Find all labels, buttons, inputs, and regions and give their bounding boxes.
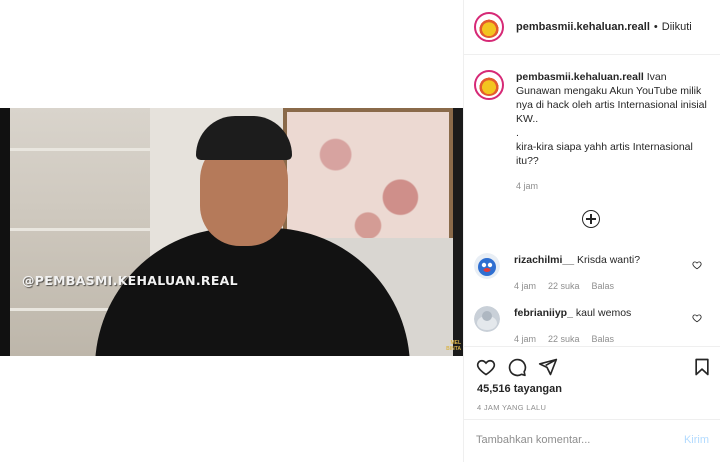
send-icon[interactable] — [538, 357, 558, 377]
comment-item: rizachilmi__ Krisda wanti? 4 jam 22 suka… — [474, 253, 714, 291]
video-scene-shelf-line — [10, 148, 150, 151]
caption-text-block: pembasmii.kehaluan.reall Ivan Gunawan me… — [516, 70, 714, 168]
comment-time[interactable]: 4 jam — [514, 334, 536, 344]
comment-likes[interactable]: 22 suka — [548, 334, 580, 344]
post-comment-button[interactable]: Kirim — [684, 434, 709, 446]
comment-icon[interactable] — [507, 357, 527, 377]
caption-author-avatar[interactable] — [474, 70, 504, 100]
post-header: pembasmii.kehaluan.reall • Diikuti — [464, 0, 720, 55]
comment-time[interactable]: 4 jam — [514, 281, 536, 291]
commenter-avatar-image — [474, 253, 500, 279]
video-scene-shelf-line — [10, 228, 150, 231]
commenter-avatar[interactable] — [474, 306, 500, 332]
post-sidebar: pembasmii.kehaluan.reall • Diikuti pemba… — [463, 0, 720, 462]
bookmark-icon[interactable] — [692, 357, 712, 377]
view-count[interactable]: 45,516 tayangan — [477, 383, 562, 395]
video-watermark: @PEMBASMI.KEHALUAN.REAL — [22, 273, 238, 288]
comment-username[interactable]: febrianiiyp_ — [514, 307, 573, 319]
action-bar — [464, 346, 720, 386]
comment-meta: 4 jam 22 suka Balas — [514, 281, 640, 291]
caption-time[interactable]: 4 jam — [516, 181, 538, 191]
author-avatar-image — [478, 16, 500, 38]
comment-text: Krisda wanti? — [577, 254, 641, 266]
video-corner-mark-line-2: BINTA — [446, 346, 461, 352]
caption-username[interactable]: pembasmii.kehaluan.reall — [516, 71, 644, 83]
commenter-avatar-image — [474, 306, 500, 332]
header-separator: • — [653, 21, 658, 33]
post-timestamp[interactable]: 4 JAM YANG LALU — [477, 403, 546, 412]
comment-text: kaul wemos — [575, 307, 632, 319]
comment-item: febrianiiyp_ kaul wemos 4 jam 22 suka Ba… — [474, 306, 714, 344]
post-caption: pembasmii.kehaluan.reall Ivan Gunawan me… — [474, 70, 714, 168]
caption-author-avatar-image — [478, 74, 500, 96]
follow-status-button[interactable]: Diikuti — [662, 21, 692, 33]
video-player[interactable]: @PEMBASMI.KEHALUAN.REAL MEL BINTA — [0, 108, 463, 356]
plus-circle-icon[interactable] — [582, 210, 600, 228]
comment-line: febrianiiyp_ kaul wemos — [514, 306, 631, 320]
heart-icon[interactable] — [692, 313, 702, 323]
comment-username[interactable]: rizachilmi__ — [514, 254, 574, 266]
comment-meta: 4 jam 22 suka Balas — [514, 334, 631, 344]
heart-icon[interactable] — [692, 260, 702, 270]
post-media: @PEMBASMI.KEHALUAN.REAL MEL BINTA — [0, 0, 463, 462]
comment-body: febrianiiyp_ kaul wemos 4 jam 22 suka Ba… — [514, 306, 631, 344]
caption-text: Ivan Gunawan mengaku Akun YouTube milik … — [516, 71, 707, 167]
video-corner-mark: MEL BINTA — [446, 340, 461, 352]
author-username[interactable]: pembasmii.kehaluan.reall — [516, 21, 650, 33]
comment-likes[interactable]: 22 suka — [548, 281, 580, 291]
comment-line: rizachilmi__ Krisda wanti? — [514, 253, 640, 267]
heart-icon[interactable] — [476, 357, 496, 377]
author-avatar[interactable] — [474, 12, 504, 42]
comment-reply-button[interactable]: Balas — [592, 334, 615, 344]
commenter-avatar[interactable] — [474, 253, 500, 279]
add-comment-bar: Kirim — [464, 419, 720, 462]
comment-body: rizachilmi__ Krisda wanti? 4 jam 22 suka… — [514, 253, 640, 291]
video-left-bar — [0, 108, 10, 356]
comment-input[interactable] — [476, 434, 666, 446]
comment-reply-button[interactable]: Balas — [592, 281, 615, 291]
